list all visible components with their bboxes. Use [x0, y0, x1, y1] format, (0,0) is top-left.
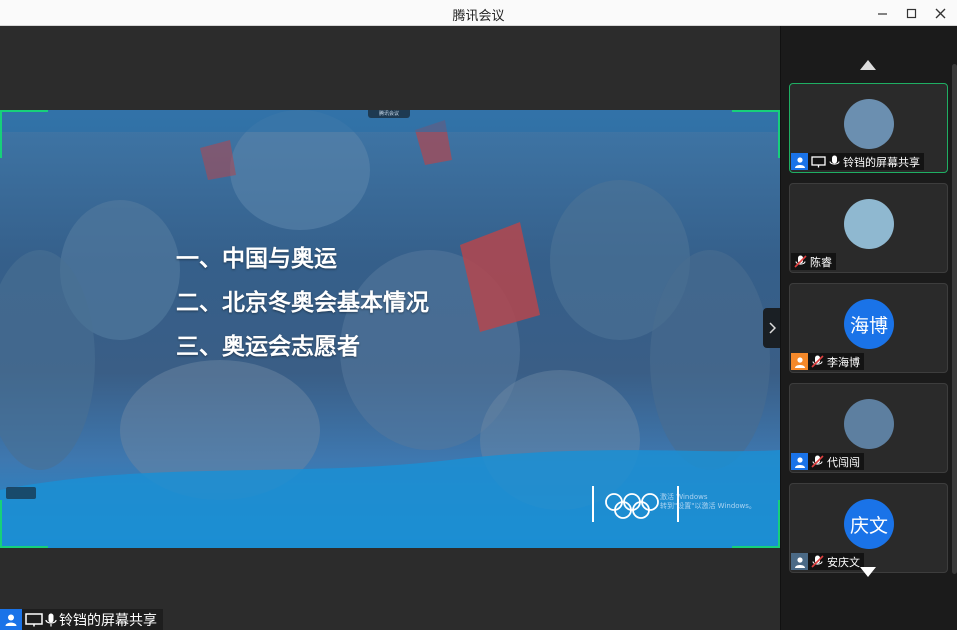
avatar	[844, 99, 894, 149]
microphone-icon	[45, 613, 57, 626]
share-frame-corner	[0, 110, 48, 158]
scroll-up-icon[interactable]	[859, 59, 877, 71]
participant-tile[interactable]: 铃铛的屏幕共享	[789, 83, 948, 173]
participant-name: 安庆文	[827, 555, 860, 569]
sidebar-scrollbar[interactable]	[952, 64, 957, 574]
presenter-mini-controls[interactable]	[6, 487, 36, 499]
microphone-muted-icon	[811, 355, 824, 368]
shared-screen-area: 腾讯会议 一、中国与奥运 二、北京冬奥会基本情况 三、奥运会志愿者 激活 Win…	[0, 26, 780, 630]
participant-label: 铃铛的屏幕共享	[791, 153, 924, 170]
maximize-icon	[906, 8, 916, 18]
agenda-item: 一、中国与奥运	[176, 246, 337, 272]
screen-share-icon	[25, 612, 43, 626]
share-frame-corner	[732, 500, 780, 548]
user-icon	[791, 453, 808, 470]
sharer-name: 铃铛的屏幕共享	[59, 612, 157, 629]
close-icon	[935, 8, 945, 18]
participant-sidebar: 铃铛的屏幕共享陈睿海博李海博代闯闯庆文安庆文	[780, 26, 957, 630]
agenda-item: 三、奥运会志愿者	[176, 334, 360, 360]
participant-label: 代闯闯	[791, 453, 864, 470]
microphone-icon	[829, 155, 840, 165]
avatar	[844, 399, 894, 449]
maximize-button[interactable]	[901, 3, 921, 23]
share-frame-corner	[732, 110, 780, 158]
minimize-icon	[877, 12, 887, 15]
avatar: 海博	[844, 299, 894, 349]
microphone-muted-icon	[811, 455, 824, 468]
participant-name: 代闯闯	[827, 455, 860, 469]
minimize-button[interactable]	[872, 3, 892, 23]
screen-share-name-tag: 铃铛的屏幕共享	[0, 609, 163, 630]
scroll-down-icon[interactable]	[859, 566, 877, 578]
microphone-muted-icon	[794, 255, 807, 268]
participant-name: 陈睿	[810, 255, 832, 269]
screen-share-icon	[811, 155, 826, 167]
title-bar: 腾讯会议	[0, 0, 957, 26]
participant-name: 李海博	[827, 355, 860, 369]
user-icon	[0, 609, 22, 630]
agenda-list: 一、中国与奥运 二、北京冬奥会基本情况 三、奥运会志愿者	[176, 237, 429, 369]
close-button[interactable]	[930, 3, 950, 23]
participant-tile[interactable]: 代闯闯	[789, 383, 948, 473]
collapse-sidebar-button[interactable]	[763, 308, 780, 348]
user-icon	[791, 153, 808, 170]
window-title: 腾讯会议	[452, 9, 505, 24]
participant-tile[interactable]: 庆文安庆文	[789, 483, 948, 573]
avatar	[844, 199, 894, 249]
screen-share-indicator[interactable]: 腾讯会议	[368, 110, 410, 118]
participant-label: 陈睿	[791, 253, 836, 270]
participant-label: 李海博	[791, 353, 864, 370]
share-frame-corner	[0, 500, 48, 548]
presentation-slide: 腾讯会议 一、中国与奥运 二、北京冬奥会基本情况 三、奥运会志愿者 激活 Win…	[0, 110, 780, 548]
chevron-right-icon	[768, 322, 776, 334]
participant-label: 安庆文	[791, 553, 864, 570]
participant-name: 铃铛的屏幕共享	[843, 155, 920, 169]
agenda-item: 二、北京冬奥会基本情况	[176, 290, 429, 316]
user-icon	[791, 553, 808, 570]
logo-divider	[592, 486, 594, 522]
avatar: 庆文	[844, 499, 894, 549]
participant-tile[interactable]: 海博李海博	[789, 283, 948, 373]
user-icon	[791, 353, 808, 370]
participant-tile[interactable]: 陈睿	[789, 183, 948, 273]
microphone-muted-icon	[811, 555, 824, 568]
